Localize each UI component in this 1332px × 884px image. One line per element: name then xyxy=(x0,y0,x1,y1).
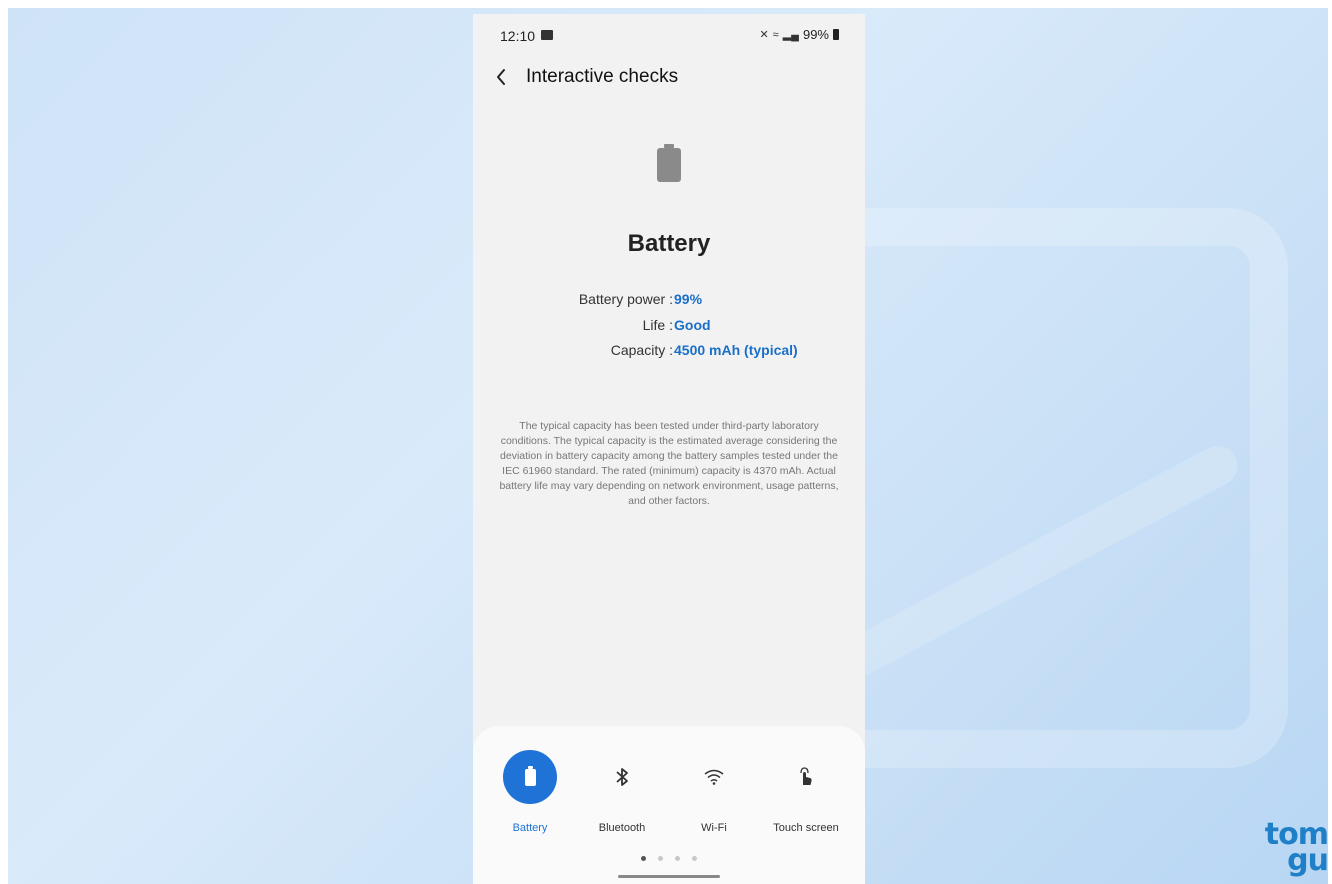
status-bar: 12:10 ✕ ≈ ▂▄ 99% xyxy=(473,14,865,58)
chevron-left-icon xyxy=(497,69,505,85)
battery-icon xyxy=(657,144,681,182)
bluetooth-icon xyxy=(595,750,649,804)
wifi-icon xyxy=(687,750,741,804)
mute-icon: ✕ xyxy=(759,29,769,41)
page-dot-2 xyxy=(658,856,663,861)
signal-icon: ▂▄ xyxy=(782,29,799,41)
battery-status-icon xyxy=(833,29,839,40)
capacity-value: 4500 mAh (typical) xyxy=(674,342,798,358)
page-indicator xyxy=(473,856,865,861)
home-indicator[interactable] xyxy=(618,875,720,878)
tab-bluetooth-label: Bluetooth xyxy=(598,822,646,834)
tab-battery-label: Battery xyxy=(512,822,548,834)
page-dot-4 xyxy=(692,856,697,861)
battery-percent: 99% xyxy=(802,27,829,42)
page-dot-3 xyxy=(675,856,680,861)
battery-power-value: 99% xyxy=(674,291,703,307)
phone-screen: 12:10 ✕ ≈ ▂▄ 99% Interactive checks Batt… xyxy=(473,14,865,884)
life-label: Life : xyxy=(642,317,673,333)
tab-bluetooth[interactable]: Bluetooth xyxy=(576,750,668,840)
brand-logo: tom gu xyxy=(1265,820,1329,876)
status-indicators: ✕ ≈ ▂▄ 99% xyxy=(759,27,839,42)
status-time: 12:10 xyxy=(500,28,536,44)
back-button[interactable] xyxy=(495,62,515,92)
test-tabs-panel: Battery Bluetooth Wi-Fi Touch screen xyxy=(473,726,865,884)
tab-wifi-label: Wi-Fi xyxy=(701,822,727,834)
tab-touch-screen-label: Touch screen xyxy=(773,822,839,834)
gallery-notification-icon xyxy=(541,30,553,40)
section-title: Battery xyxy=(627,230,711,257)
capacity-label: Capacity : xyxy=(610,342,673,358)
life-value: Good xyxy=(674,317,711,333)
tab-touch-screen[interactable]: Touch screen xyxy=(760,750,852,840)
battery-power-label: Battery power : xyxy=(578,291,673,307)
touch-icon xyxy=(779,750,833,804)
battery-tab-icon xyxy=(503,750,557,804)
wifi-status-icon: ≈ xyxy=(772,28,779,41)
app-bar: Interactive checks xyxy=(473,58,865,98)
capacity-disclaimer: The typical capacity has been tested und… xyxy=(499,420,839,507)
page-title: Interactive checks xyxy=(526,66,679,87)
tab-wifi[interactable]: Wi-Fi xyxy=(668,750,760,840)
page-dot-1 xyxy=(641,856,646,861)
tab-battery[interactable]: Battery xyxy=(484,750,576,840)
